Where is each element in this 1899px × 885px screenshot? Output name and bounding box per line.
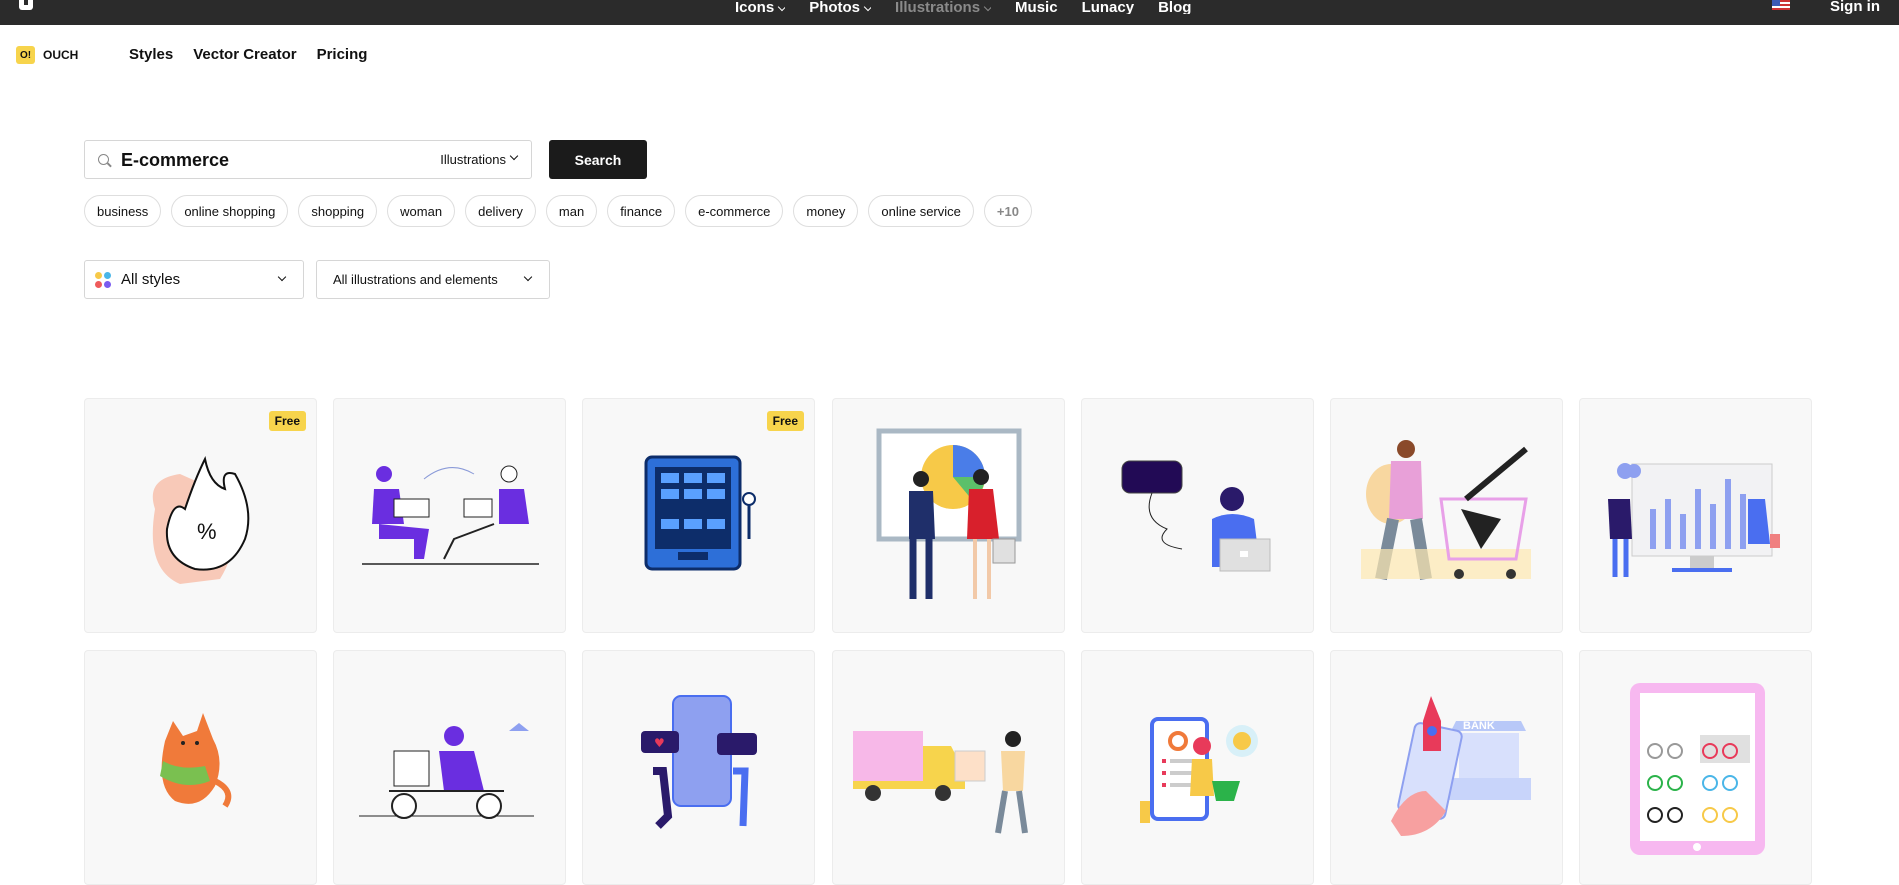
shopping-cart-woman-illustration [1361,440,1531,581]
illustration-card-scooter-delivery[interactable] [333,650,566,885]
style-filter-dropdown[interactable]: All styles [84,260,304,299]
scooter-delivery-illustration [359,723,534,819]
tag-chip[interactable]: business [84,195,162,227]
sub-nav: Styles Vector Creator Pricing [129,46,387,64]
type-filter-label: All illustrations and elements [333,272,498,287]
rocket-bank-illustration: BANK [1391,696,1531,836]
illustration-card-phone-social[interactable]: ♥ [582,650,815,885]
fire-discount-illustration: % [152,455,250,584]
sign-in-link[interactable]: Sign in [1830,0,1880,14]
tag-chip[interactable]: money [793,195,859,227]
search-icon [98,154,109,165]
illustration-card-orange-cat[interactable] [84,650,317,885]
woman-laptop-chat-illustration [1121,460,1271,572]
top-nav-label: Blog [1158,0,1192,14]
orange-cat-illustration [160,713,232,808]
us-flag-icon[interactable] [1772,0,1790,10]
category-dropdown[interactable]: Illustrations [440,151,519,167]
icons8-logo-icon[interactable] [19,0,33,10]
chevron-down-icon [277,272,287,282]
ouch-logo-icon: O! [16,46,35,64]
nav-pricing[interactable]: Pricing [317,46,368,64]
illustration-card-mobile-shopping[interactable] [1081,650,1314,885]
top-nav-icons[interactable]: Icons [735,0,786,14]
illustration-card-woman-laptop-chat[interactable] [1081,398,1314,633]
more-tags-button[interactable]: +10 [983,195,1032,227]
illustration-card-shopping-cart-woman[interactable] [1330,398,1563,633]
chevron-down-icon [983,2,992,12]
tag-chip[interactable]: man [545,195,598,227]
tag-chip[interactable]: shopping [298,195,378,227]
illustration-card-analytics-team[interactable] [333,398,566,633]
mobile-shopping-illustration [1140,717,1258,823]
tag-chip[interactable]: woman [387,195,456,227]
illustration-card-dashboard-chart[interactable] [1579,398,1812,633]
vending-machine-illustration [644,455,756,571]
top-bar: Icons Photos Illustrations Music Lunacy … [0,0,1899,25]
illustration-card-rocket-bank[interactable]: BANK [1330,650,1563,885]
tag-chip[interactable]: online service [868,195,974,227]
svg-text:%: % [197,519,217,544]
top-nav-blog[interactable]: Blog [1158,0,1191,14]
free-badge: Free [268,411,306,431]
free-badge: Free [766,411,804,431]
top-nav-illustrations[interactable]: Illustrations [895,0,992,14]
svg-text:♥: ♥ [654,736,665,750]
nav-styles[interactable]: Styles [129,46,173,64]
top-nav-label: Photos [809,0,861,14]
tag-chip[interactable]: e-commerce [685,195,784,227]
chevron-down-icon [509,151,519,160]
type-filter-dropdown[interactable]: All illustrations and elements [316,260,550,299]
top-nav-label: Illustrations [895,0,981,14]
search-button[interactable]: Search [549,140,647,179]
tag-list: business online shopping shopping woman … [84,195,1042,227]
top-nav-music[interactable]: Music [1015,0,1058,14]
nav-vector-creator[interactable]: Vector Creator [193,46,296,64]
chevron-down-icon [777,2,786,12]
styles-icon [95,272,111,288]
top-nav: Icons Photos Illustrations Music Lunacy … [735,0,1215,14]
illustration-card-tablet-bicycles[interactable] [1579,650,1812,885]
illustration-card-vending-machine[interactable]: Free [582,398,815,633]
top-nav-label: Music [1015,0,1058,14]
style-filter-label: All styles [121,271,181,288]
analytics-team-illustration [362,465,539,565]
delivery-truck-illustration [853,731,1028,834]
tag-chip[interactable]: finance [607,195,676,227]
top-nav-label: Icons [735,0,775,14]
dashboard-chart-illustration [1608,463,1780,577]
chevron-down-icon [863,2,872,12]
illustration-card-business-handshake[interactable] [832,398,1065,633]
illustration-card-delivery-truck[interactable] [832,650,1065,885]
tablet-bicycles-illustration [1630,683,1765,855]
top-nav-lunacy[interactable]: Lunacy [1082,0,1135,14]
search-input[interactable] [121,147,401,173]
category-label: Illustrations [440,152,506,167]
brand-name: OUCH [43,48,79,62]
search-box: Illustrations [84,140,532,179]
tag-chip[interactable]: delivery [465,195,536,227]
ouch-brand[interactable]: O! OUCH [16,46,78,64]
illustration-card-fire-discount[interactable]: % Free [84,398,317,633]
svg-text:BANK: BANK [1463,720,1495,732]
phone-social-illustration: ♥ [641,695,757,829]
tag-chip[interactable]: online shopping [171,195,289,227]
top-nav-label: Lunacy [1081,0,1135,14]
top-nav-photos[interactable]: Photos [809,0,872,14]
chevron-down-icon [523,272,533,282]
business-handshake-illustration [876,428,1022,599]
